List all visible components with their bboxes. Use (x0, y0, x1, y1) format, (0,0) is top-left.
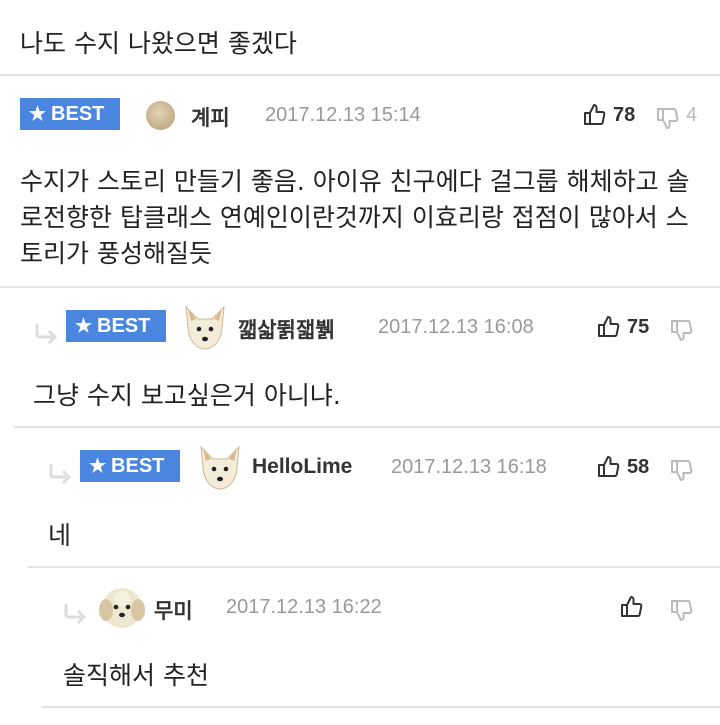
nickname[interactable]: 무미 (154, 595, 193, 625)
dog-avatar[interactable] (195, 443, 245, 491)
nickname[interactable]: 깳삷뛹잷뷁 (238, 314, 335, 344)
star-icon: ★ (89, 455, 107, 477)
comment-date: 2017.12.13 15:14 (265, 104, 421, 126)
like-count: 75 (627, 316, 650, 338)
best-badge: ★ BEST (66, 310, 166, 342)
thumbs-up-icon[interactable] (583, 103, 607, 127)
puppy-avatar[interactable] (97, 585, 147, 631)
thumbs-up-icon[interactable] (597, 315, 621, 339)
best-badge: ★ BEST (20, 98, 120, 130)
reply-arrow-icon (49, 464, 72, 484)
thumbs-down-icon[interactable] (656, 106, 680, 130)
divider (28, 566, 720, 568)
divider (0, 74, 720, 76)
thumbs-down-icon[interactable] (670, 318, 694, 342)
like-count: 58 (627, 456, 650, 478)
comment-text: 솔직해서 추천 (63, 661, 209, 690)
divider (42, 706, 720, 708)
best-label: BEST (111, 454, 165, 477)
best-label: BEST (51, 102, 105, 125)
nickname[interactable]: 계피 (191, 102, 230, 132)
thumbs-down-icon[interactable] (670, 458, 694, 482)
divider (14, 426, 720, 428)
star-icon: ★ (29, 103, 47, 125)
divider (0, 286, 720, 288)
dislike-count: 4 (686, 104, 698, 126)
comment-date: 2017.12.13 16:18 (391, 456, 547, 478)
thumbs-up-icon[interactable] (597, 455, 621, 479)
comment-date: 2017.12.13 16:08 (378, 316, 534, 338)
like-count: 78 (613, 104, 636, 126)
star-icon: ★ (75, 315, 93, 337)
comment-text: 수지가 스토리 만들기 좋음. 아이유 친구에다 걸그룹 해체하고 솔로전향한 … (20, 167, 690, 268)
best-badge: ★ BEST (80, 450, 180, 482)
comment-text: 나도 수지 나왔으면 좋겠다 (20, 29, 297, 58)
avatar[interactable] (146, 101, 175, 130)
nickname[interactable]: HelloLime (252, 455, 352, 479)
thumbs-up-icon[interactable] (620, 595, 644, 619)
reply-arrow-icon (35, 324, 58, 344)
comment-date: 2017.12.13 16:22 (226, 596, 382, 618)
comment-text: 네 (48, 521, 72, 550)
reply-arrow-icon (64, 604, 87, 624)
dog-avatar[interactable] (180, 303, 230, 351)
best-label: BEST (97, 314, 151, 337)
comment-text: 그냥 수지 보고싶은거 아니냐. (33, 381, 341, 410)
thumbs-down-icon[interactable] (670, 598, 694, 622)
